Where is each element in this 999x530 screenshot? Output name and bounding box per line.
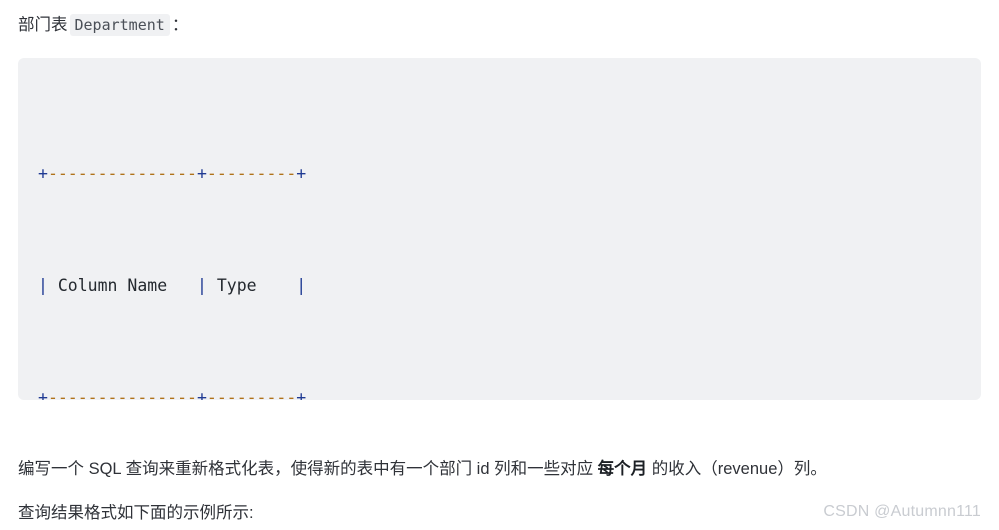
code-block-department-schema: +---------------+---------+ | Column Nam… (18, 58, 981, 400)
code-block-content: +---------------+---------+ | Column Nam… (18, 76, 981, 400)
page-root: 部门表 Department： +---------------+--------… (0, 0, 999, 530)
code-line-rule-mid: +---------------+---------+ (38, 388, 307, 400)
task-description-paragraph: 编写一个 SQL 查询来重新格式化表，使得新的表中有一个部门 id 列和一些对应… (18, 456, 827, 482)
task-description-part1: 编写一个 SQL 查询来重新格式化表，使得新的表中有一个部门 id 列和一些对应 (18, 460, 598, 478)
task-description-emphasis: 每个月 (597, 460, 648, 478)
inline-code-department: Department (69, 14, 170, 36)
table-heading: 部门表 Department： (18, 13, 188, 37)
task-description-part2: 的收入（revenue）列。 (647, 460, 827, 478)
table-heading-label: 部门表 (18, 16, 68, 34)
code-line-header-row: | Column Name | Type | (38, 276, 307, 295)
result-format-paragraph: 查询结果格式如下面的示例所示: (18, 504, 254, 522)
table-heading-colon: ： (171, 16, 189, 34)
code-line-rule-top: +---------------+---------+ (38, 164, 307, 183)
csdn-watermark: CSDN @Autumnn111 (823, 503, 981, 520)
